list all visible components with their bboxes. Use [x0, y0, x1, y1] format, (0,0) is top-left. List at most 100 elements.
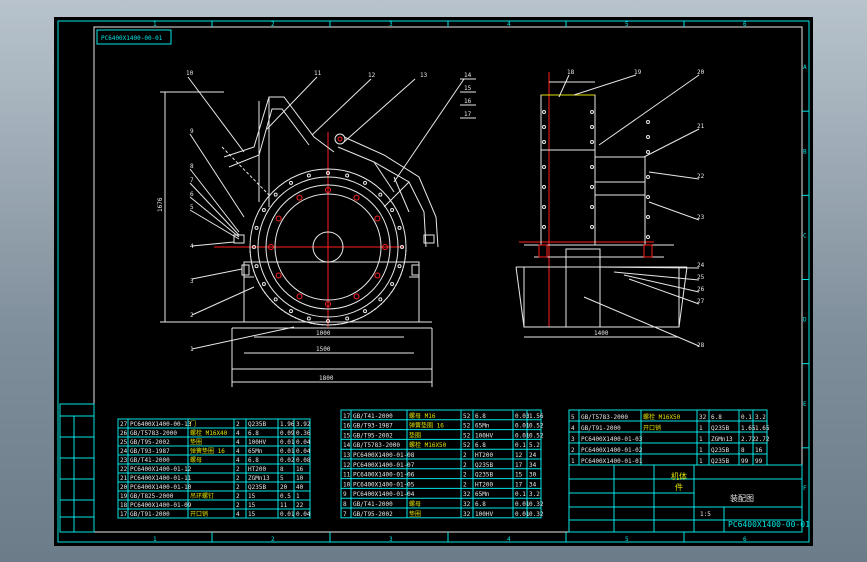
bom-cell: 15: [248, 493, 256, 500]
bom-cell: 弹簧垫圈 16: [409, 422, 444, 430]
bom-cell: ZGMn13: [711, 436, 733, 443]
bom-cell: 螺母 M16: [409, 412, 436, 420]
bom-cell: 6.8: [475, 442, 486, 449]
dim-1500: 1500: [316, 346, 331, 353]
bom-cell: 4: [236, 457, 240, 464]
bom-cell: 0.1: [741, 414, 752, 421]
bom-cell: 2.72: [755, 436, 770, 443]
bom-cell: ZGMn13: [248, 475, 270, 482]
bom-cell: 0.1: [515, 442, 526, 449]
bom-cell: 10: [296, 475, 304, 482]
bom-cell: 20: [280, 484, 288, 491]
bom-cell: 20: [120, 484, 128, 491]
bom-cell: 4: [236, 511, 240, 518]
zone-letter-right: F: [803, 485, 807, 492]
bom-cell: 32: [463, 501, 471, 508]
bom-cell: 34: [529, 462, 537, 469]
zone-letter-right: B: [803, 148, 807, 155]
bom-cell: 0.52: [529, 432, 544, 439]
side-view: 1400: [515, 72, 700, 347]
bom-cell: GB/T93-1987: [130, 448, 170, 455]
bom-cell: 17: [515, 481, 523, 488]
bom-cell: 0.01: [280, 511, 295, 518]
drawing-code-top: PC6400X1400-00-01: [101, 35, 163, 42]
balloon-23: 23: [697, 214, 705, 221]
bom-cell: 17: [343, 413, 351, 420]
zone-number-bottom: 5: [625, 536, 629, 543]
bom-cell: 0.02: [280, 457, 295, 464]
balloon-14: 14: [464, 72, 472, 79]
balloon-5: 5: [190, 204, 194, 211]
bom-cell: 11: [280, 502, 288, 509]
bom-cell: 21: [120, 475, 128, 482]
bom-cell: 垫圈: [409, 431, 421, 439]
bom-cell: 52: [463, 423, 471, 430]
balloon-10: 10: [186, 70, 194, 77]
bom-cell: 52: [463, 432, 471, 439]
balloon-1: 1: [190, 346, 194, 353]
bom-cell: 1: [699, 425, 703, 432]
zone-number-bottom: 2: [271, 536, 275, 543]
bom-cell: PC6400X1400-01-10: [130, 484, 192, 491]
bom-cell: 2: [236, 484, 240, 491]
zone-number-top: 4: [507, 21, 511, 28]
bom-cell: GB/T5783-2000: [581, 414, 628, 421]
front-balloons: 10 11 12 13 14 15 16 17 9 8 7 6 5 4 3 2 …: [186, 70, 476, 353]
bom-cell: 0.04: [296, 448, 311, 455]
zone-letter-right: C: [803, 232, 807, 239]
bom-cell: 2: [463, 472, 467, 479]
balloon-17: 17: [464, 111, 472, 118]
zone-number-top: 3: [389, 21, 393, 28]
bom-cell: 0.1: [515, 491, 526, 498]
bom-cell: GB/T95-2002: [130, 439, 170, 446]
bom-cell: GB/T5783-2000: [353, 442, 400, 449]
bom-cell: 0.03: [515, 413, 530, 420]
bom-cell: 0.04: [296, 511, 311, 518]
dim-1800: 1800: [319, 375, 334, 382]
bom-cell: PC6400X1400-01-06: [353, 472, 415, 479]
bom-cell: PC6400X1400-01-03: [581, 436, 643, 443]
bom-cell: 2: [236, 493, 240, 500]
bom-cell: GB/T41-2000: [130, 457, 170, 464]
bom-cell: 2: [463, 481, 467, 488]
bom-table-middle: 17 GB/T41-2000 螺母 M16 52 6.8 0.03 1.5616 GB/T93…: [340, 409, 544, 519]
bom-cell: 1: [699, 458, 703, 465]
bom-cell: 10: [343, 481, 351, 488]
bom-cell: 1.56: [529, 413, 544, 420]
zone-letter-right: D: [803, 317, 807, 324]
title-block: 机体 件 装配图 1:5 PC6400X1400-00-01: [568, 464, 810, 533]
bom-cell: 1.65: [755, 425, 770, 432]
bom-cell: 4: [236, 448, 240, 455]
bom-cell: 12: [515, 452, 523, 459]
bom-cell: 0.5: [280, 493, 291, 500]
bom-cell: PC6400X1400-01-12: [130, 466, 192, 473]
balloon-16: 16: [464, 98, 472, 105]
bom-cell: 0.01: [515, 511, 530, 518]
bom-cell: PC6400X1400-01-01: [581, 458, 643, 465]
bom-cell: 0.01: [515, 432, 530, 439]
bom-cell: 7: [343, 511, 347, 518]
balloon-2: 2: [190, 312, 194, 319]
balloon-19: 19: [634, 69, 642, 76]
bom-cell: 8: [741, 447, 745, 454]
zone-number-top: 5: [625, 21, 629, 28]
zone-number-bottom: 3: [389, 536, 393, 543]
bom-cell: 4: [236, 439, 240, 446]
bom-cell: HT200: [475, 452, 493, 459]
bom-cell: 6.8: [475, 413, 486, 420]
bom-cell: 30: [529, 472, 537, 479]
revision-strip: [59, 403, 95, 533]
bill-of-materials: 27 PC6400X1400-00-13门 2 Q235B 1.96 3.9226 GB/T…: [117, 409, 770, 519]
bom-table-right: 5 GB/T5783-2000 螺栓 M16X50 32 6.8 0.1 3.24 GB/T9…: [568, 409, 770, 466]
bom-cell: 100HV: [475, 432, 493, 439]
bom-cell: 0.01: [515, 423, 530, 430]
bom-cell: 13: [343, 452, 351, 459]
bom-cell: 100HV: [475, 511, 493, 518]
bom-cell: 19: [120, 493, 128, 500]
balloon-18: 18: [567, 69, 575, 76]
bom-cell: 5.2: [529, 442, 540, 449]
bom-cell: 9: [343, 491, 347, 498]
bom-cell: GB/T91-2000: [130, 511, 170, 518]
title-part-name: 装配图: [730, 493, 754, 503]
bom-cell: 27: [120, 421, 128, 428]
